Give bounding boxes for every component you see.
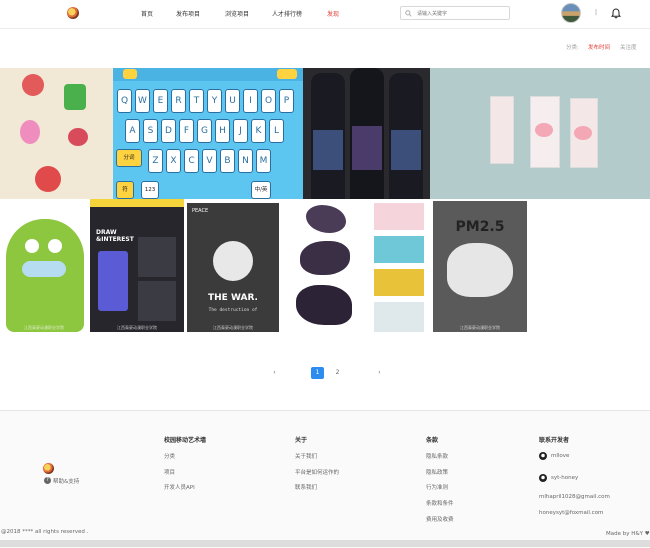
search-icon: [405, 10, 412, 17]
footer-link[interactable]: 条款和条件: [426, 499, 454, 507]
gallery-item-green-monster[interactable]: 江西泰豪动漫职业学院: [0, 199, 88, 332]
keyboard-key: Q: [117, 89, 132, 113]
keyboard-key: B: [220, 149, 235, 173]
next-page-button[interactable]: ›: [373, 367, 386, 379]
keyboard-key: G: [197, 119, 212, 143]
top-navbar: 首页 发布项目 浏览项目 人才排行榜 发现 |: [0, 0, 650, 29]
footer-link[interactable]: 隐私政策: [426, 468, 448, 476]
sort-by-popularity[interactable]: 关注度: [620, 43, 637, 51]
github-icon: [539, 452, 547, 460]
keyboard-key: W: [135, 89, 150, 113]
gallery-item-the-war[interactable]: PEACE THE WAR. The destruction of 江西泰豪动漫…: [187, 203, 279, 332]
keyboard-key: X: [166, 149, 181, 173]
email-link[interactable]: honeysyt@foxmail.com: [539, 510, 603, 516]
footer-link[interactable]: 隐私条款: [426, 452, 448, 460]
keyboard-special-key: 123: [141, 181, 159, 199]
war-subtitle: The destruction of: [208, 308, 258, 313]
user-avatar[interactable]: [561, 3, 581, 23]
watermark: 江西泰豪动漫职业学院: [213, 325, 253, 330]
keyboard-key: Y: [207, 89, 222, 113]
footer-logo: [43, 463, 54, 474]
page-1-button[interactable]: 1: [311, 367, 324, 379]
watermark: 江西泰豪动漫职业学院: [24, 325, 64, 330]
keyboard-special-key: 中/英: [251, 181, 271, 199]
gallery-item-creatures[interactable]: [282, 199, 372, 332]
footer-col-title: 条款: [426, 437, 439, 444]
email-link[interactable]: mlhapril1028@gmail.com: [539, 494, 610, 500]
footer-col-title: 联系开发者: [539, 437, 570, 444]
footer-link[interactable]: 关于我们: [295, 452, 317, 460]
keyboard-key: T: [189, 89, 204, 113]
keyboard-key: S: [143, 119, 158, 143]
search-input[interactable]: [415, 8, 509, 20]
gallery-item-packaging[interactable]: [430, 68, 650, 199]
nav-publish-project[interactable]: 发布项目: [176, 9, 200, 18]
header-separator: |: [595, 9, 598, 16]
footer-link[interactable]: 平台是如何运作的: [295, 468, 339, 476]
sort-label: 分类:: [566, 45, 579, 51]
site-logo[interactable]: [67, 7, 79, 19]
horizontal-scrollbar[interactable]: [0, 540, 650, 547]
gallery-item-keyboard[interactable]: Q W E R T Y U I O P A S D F G H J K L Z X C V B N M 分词符 123 中/英: [113, 68, 303, 199]
footer-col-title: 关于: [295, 437, 308, 444]
draw-interest-title: DRAW &INTEREST: [96, 229, 134, 243]
keyboard-key: J: [233, 119, 248, 143]
github-link[interactable]: syt-honey: [551, 475, 578, 481]
peace-label: PEACE: [192, 208, 209, 214]
github-link[interactable]: mllove: [551, 453, 569, 459]
footer-link[interactable]: 项目: [164, 468, 175, 476]
keyboard-key: H: [215, 119, 230, 143]
prev-page-button[interactable]: ‹: [268, 367, 281, 379]
war-title: THE WAR.: [208, 293, 258, 303]
watermark: 江西泰豪动漫职业学院: [117, 325, 157, 330]
help-support-link[interactable]: 帮助&支持: [53, 477, 79, 485]
keyboard-key: C: [184, 149, 199, 173]
keyboard-special-key: 符: [116, 181, 134, 199]
keyboard-key: L: [269, 119, 284, 143]
keyboard-key: D: [161, 119, 176, 143]
keyboard-key: A: [125, 119, 140, 143]
keyboard-key: P: [279, 89, 294, 113]
footer-link[interactable]: 开发人员API: [164, 483, 195, 491]
nav-talent-ranking[interactable]: 人才排行榜: [272, 9, 302, 18]
site-footer: ? 帮助&支持 校园移动艺术墙 分类 项目 开发人员API 关于 关于我们 平台…: [0, 410, 650, 548]
keyboard-key: N: [238, 149, 253, 173]
gallery-item-beer-bottles[interactable]: [303, 68, 430, 199]
gallery-item-monsters[interactable]: [0, 68, 113, 199]
keyboard-key: V: [202, 149, 217, 173]
keyboard-key: O: [261, 89, 276, 113]
pm25-title: PM2.5: [455, 219, 505, 235]
bell-icon[interactable]: [611, 8, 621, 19]
keyboard-key: I: [243, 89, 258, 113]
nav-home[interactable]: 首页: [141, 9, 153, 18]
sort-by-time[interactable]: 发布时间: [588, 43, 610, 51]
gallery-item-landscapes[interactable]: [374, 203, 424, 332]
keyboard-key: E: [153, 89, 168, 113]
nav-browse-projects[interactable]: 浏览项目: [225, 9, 249, 18]
github-icon: [539, 474, 547, 482]
made-by-text: Made by H&Y ♥: [606, 531, 650, 537]
nav-discover[interactable]: 发现: [327, 9, 339, 18]
keyboard-key: F: [179, 119, 194, 143]
footer-link[interactable]: 费用及收费: [426, 515, 454, 523]
footer-link[interactable]: 联系我们: [295, 483, 317, 491]
keyboard-key: K: [251, 119, 266, 143]
search-box[interactable]: [400, 6, 510, 20]
footer-link[interactable]: 分类: [164, 452, 175, 460]
gallery-item-draw-interest[interactable]: DRAW &INTEREST 江西泰豪动漫职业学院: [90, 199, 184, 332]
watermark: 江西泰豪动漫职业学院: [460, 325, 500, 330]
help-icon: ?: [44, 477, 51, 484]
gallery-item-pm25[interactable]: PM2.5 江西泰豪动漫职业学院: [433, 201, 527, 332]
keyboard-key: M: [256, 149, 271, 173]
footer-link[interactable]: 行为准则: [426, 483, 448, 491]
keyboard-key: R: [171, 89, 186, 113]
keyboard-special-key: 分词: [116, 149, 142, 167]
footer-col-title: 校园移动艺术墙: [164, 437, 207, 444]
keyboard-key: U: [225, 89, 240, 113]
keyboard-key: Z: [148, 149, 163, 173]
copyright-text: @2018 **** all rights reserved .: [1, 529, 89, 535]
page-2-button[interactable]: 2: [331, 367, 344, 379]
